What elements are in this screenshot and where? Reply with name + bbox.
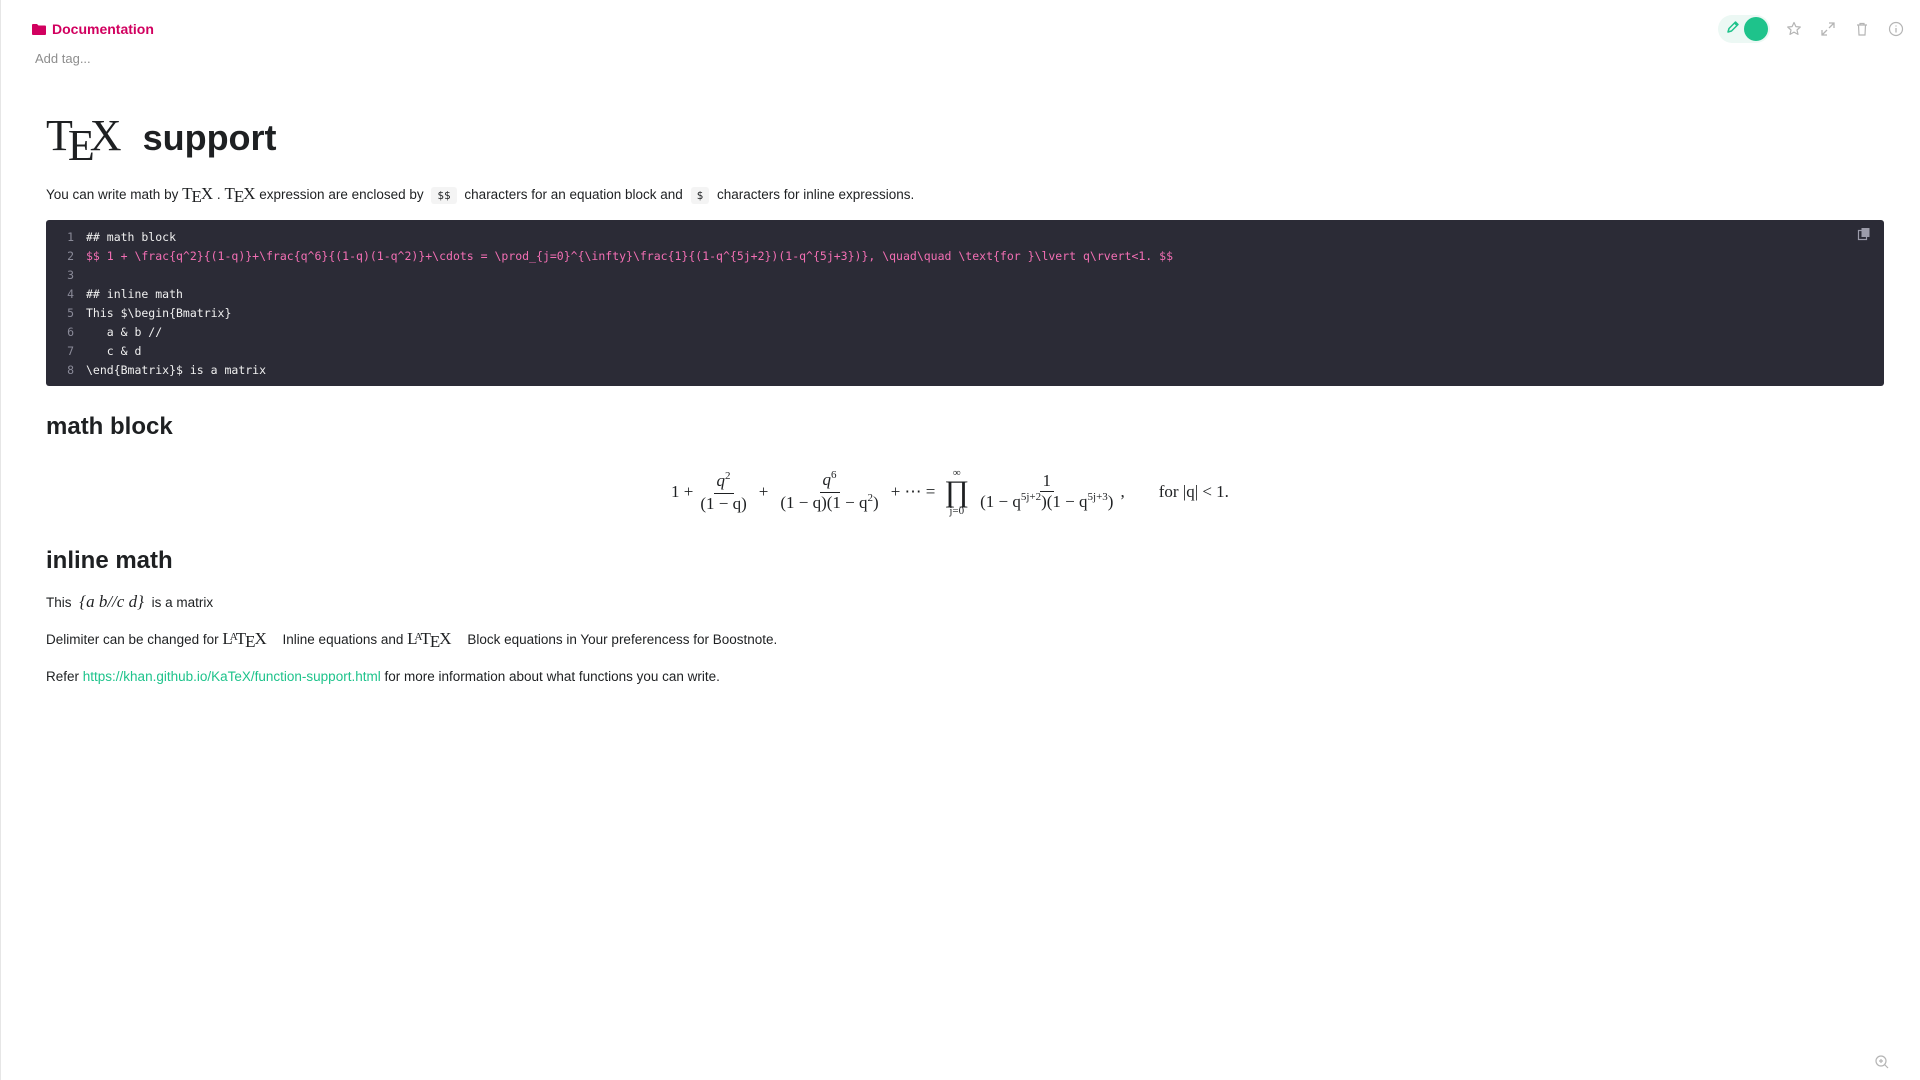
- eq-op: +: [758, 482, 769, 501]
- code-line: 3: [67, 268, 74, 282]
- edit-mode-toggle[interactable]: [1718, 15, 1770, 43]
- add-tag-input[interactable]: Add tag...: [35, 51, 91, 66]
- trash-icon[interactable]: [1852, 19, 1872, 39]
- latex-logo: LATEX: [222, 629, 267, 651]
- code-line: 5 This $\begin{Bmatrix}: [67, 306, 232, 320]
- page-title: TEX support: [46, 110, 1884, 172]
- eq-op: + ⋯ =: [890, 482, 936, 501]
- note-content: TEX support You can write math by TEX . …: [46, 110, 1884, 687]
- code-line: 2 $$ 1 + \frac{q^2}{(1-q)}+\frac{q^6}{(1-…: [67, 249, 1174, 263]
- heading-math-block: math block: [46, 413, 173, 440]
- eq-product: ∞ ∏ j=0: [944, 467, 970, 517]
- refer-paragraph: Refer https://khan.github.io/KaTeX/funct…: [46, 669, 720, 684]
- equation: 1 + q2 (1 − q) + q6 (1 − q)(1 − q2) + ⋯ …: [671, 460, 1229, 524]
- katex-docs-link[interactable]: https://khan.github.io/KaTeX/function-su…: [83, 669, 381, 684]
- eq-comma: ,: [1120, 482, 1125, 501]
- tex-logo-inline: TEX: [224, 184, 256, 206]
- eq-fraction: q6 (1 − q)(1 − q2): [780, 468, 879, 512]
- code-line: 8 \end{Bmatrix}$ is a matrix: [67, 363, 267, 377]
- heading-inline-math: inline math: [46, 547, 173, 574]
- inline-code-double-dollar: $$: [431, 187, 457, 204]
- intro-text-3: characters for an equation block and: [464, 187, 683, 202]
- intro-text-2: expression are enclosed by: [259, 187, 424, 202]
- intro-paragraph: You can write math by TEX . TEX expressi…: [46, 184, 1884, 206]
- copy-icon[interactable]: [1856, 226, 1872, 242]
- star-icon[interactable]: [1784, 19, 1804, 39]
- eq-fraction: 1 (1 − q5j+2)(1 − q5j+3): [980, 470, 1114, 511]
- fullscreen-icon[interactable]: [1818, 19, 1838, 39]
- toggle-knob: [1744, 17, 1768, 41]
- code-block: 1 ## math block 2 $$ 1 + \frac{q^2}{(1-q)}…: [46, 220, 1884, 386]
- eq-term: 1 +: [671, 482, 694, 501]
- inline-code-dollar: $: [690, 187, 710, 204]
- intro-text-4: characters for inline expressions.: [716, 187, 915, 202]
- page-title-text: support: [142, 117, 277, 158]
- equation-block: 1 + q2 (1 − q) + q6 (1 − q)(1 − q2) + ⋯ …: [46, 460, 1884, 524]
- folder-name: Documentation: [52, 21, 154, 37]
- code-line: 1 ## math block: [67, 230, 177, 244]
- folder-icon: [32, 23, 46, 35]
- code-line: 4 ## inline math: [67, 287, 183, 301]
- note-toolbar: [1718, 15, 1906, 43]
- intro-text-1: You can write math by: [46, 187, 179, 202]
- note-header: Documentation Add tag...: [0, 0, 1920, 70]
- eq-condition: for |q| < 1.: [1158, 482, 1229, 501]
- inline-matrix: {a b//c d}: [79, 592, 144, 611]
- tex-logo: TEX: [46, 111, 122, 170]
- pencil-icon: [1726, 20, 1740, 39]
- code-line: 6 a & b //: [67, 325, 163, 339]
- eq-fraction: q2 (1 − q): [700, 469, 747, 513]
- code-line: 7 c & d: [67, 344, 142, 358]
- intro-dot: .: [216, 187, 221, 202]
- delimiter-paragraph: Delimiter can be changed for LATEX Inlin…: [46, 629, 778, 651]
- inline-math-paragraph: This {a b//c d} is a matrix: [46, 592, 214, 611]
- folder-breadcrumb[interactable]: Documentation: [32, 21, 154, 37]
- zoom-icon[interactable]: [1874, 1054, 1890, 1070]
- left-divider: [0, 0, 1, 1080]
- latex-logo: LATEX: [407, 629, 452, 651]
- tex-logo-inline: TEX: [182, 184, 214, 206]
- info-icon[interactable]: [1886, 19, 1906, 39]
